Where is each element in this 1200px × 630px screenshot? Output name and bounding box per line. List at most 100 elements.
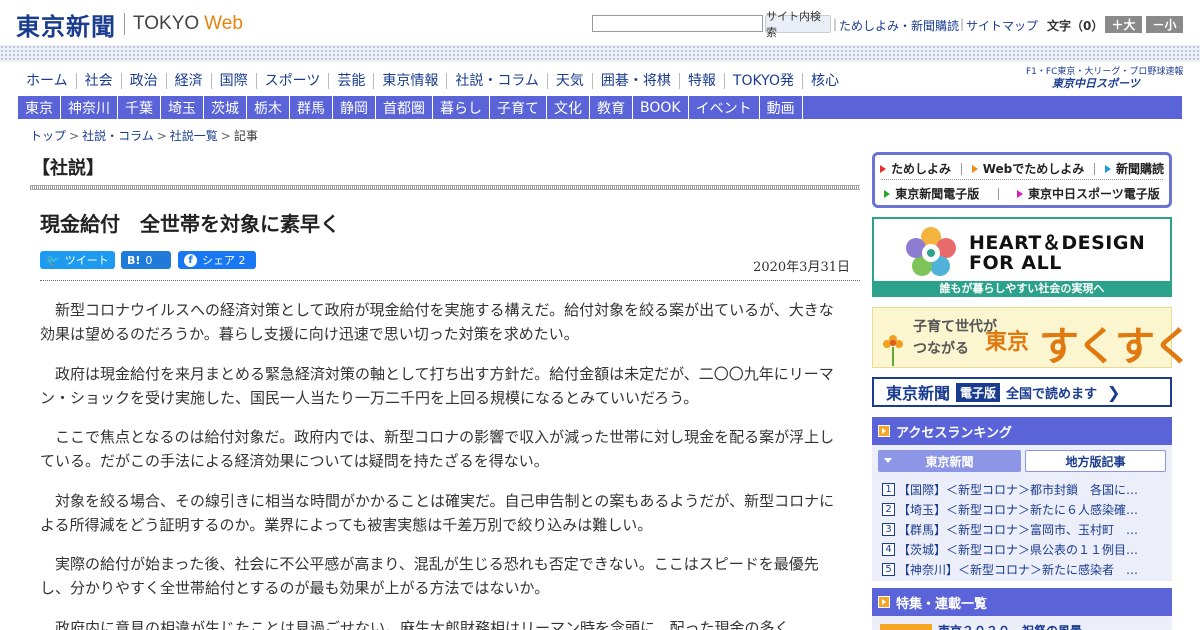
breadcrumb-top[interactable]: トップ	[30, 129, 66, 143]
nav-item-kakushin[interactable]: 核心	[803, 73, 847, 89]
sukusuku-tokyo: 東京	[985, 329, 1030, 355]
sukusuku-tagline: つながる	[913, 341, 969, 357]
ranking-item[interactable]: 5 【神奈川】＜新型コロナ＞新たに感染者 …	[882, 559, 1168, 579]
ranking-tab-local[interactable]: 地方版記事	[1025, 450, 1166, 472]
hatena-bookmark-icon: B!	[127, 253, 141, 267]
local-nav-item[interactable]: 文化	[547, 96, 590, 119]
nav-item-home[interactable]: ホーム	[18, 73, 77, 89]
ranking-item[interactable]: 2 【埼玉】＜新型コロナ＞新たに６人感染確…	[882, 499, 1168, 519]
local-nav-item[interactable]: 動画	[760, 96, 803, 119]
nav-item-economy[interactable]: 経済	[167, 73, 212, 89]
local-nav-item[interactable]: イベント	[689, 96, 760, 119]
font-size-label: 文字（0）	[1047, 19, 1104, 33]
feature-thumbnail[interactable]	[880, 624, 932, 630]
local-nav-item[interactable]: 静岡	[333, 96, 376, 119]
nav-item-weather[interactable]: 天気	[548, 73, 593, 89]
article-paragraph: 政府は現金給付を来月まとめる緊急経済対策の軸として打ち出す方針だ。給付金額は未定…	[40, 364, 834, 407]
rank-text: 【群馬】＜新型コロナ＞富岡市、玉村町 …	[898, 522, 1139, 537]
ranking-list: 1 【国際】＜新型コロナ＞都市封鎖 各国に… 2 【埼玉】＜新型コロナ＞新たに６人感…	[882, 479, 1168, 579]
nav-item-tokyo-info[interactable]: 東京情報	[374, 73, 448, 89]
triangle-right-icon	[884, 189, 891, 198]
article-paragraph: 実際の給付が始まった後、社会に不公平感が高まり、混乱が生じる恐れも否定できない。…	[40, 555, 819, 597]
denshiban-badge: 電子版	[956, 382, 1001, 402]
ranking-item[interactable]: 4 【茨城】＜新型コロナ＞県公表の１１例目…	[882, 539, 1168, 559]
local-nav-item[interactable]: 東京	[18, 96, 61, 119]
rank-number: 2	[882, 502, 895, 516]
facebook-share-button[interactable]: f シェア 2	[178, 251, 256, 269]
site-search-input[interactable]	[592, 15, 763, 32]
rank-number: 3	[882, 522, 895, 536]
triangle-right-icon	[1105, 164, 1111, 173]
nav-item-politics[interactable]: 政治	[122, 73, 167, 89]
chunichi-sports-logo[interactable]: 東京中日スポーツ	[1052, 76, 1140, 90]
logo-divider	[124, 13, 125, 35]
ranking-tab-label: 地方版記事	[1065, 454, 1126, 469]
header-dotted-band	[0, 45, 1200, 62]
quicklink-subscribe[interactable]: 新聞購読	[1105, 160, 1164, 177]
local-nav-item[interactable]: 暮らし	[433, 96, 490, 119]
local-nav-item[interactable]: 子育て	[490, 96, 547, 119]
tweet-button[interactable]: 🐦 ツイート	[40, 251, 115, 269]
hatena-bookmark-button[interactable]: B! 0	[121, 251, 171, 269]
rank-text: 【神奈川】＜新型コロナ＞新たに感染者 …	[898, 562, 1139, 577]
site-logo[interactable]: 東京新聞 TOKYO Web	[16, 9, 243, 41]
local-nav-item[interactable]: 首都圏	[376, 96, 433, 119]
article-body: 新型コロナウイルスへの経済対策として政府が現金給付を実施する構えだ。給付対象を絞…	[40, 298, 846, 630]
rank-number: 4	[882, 542, 895, 556]
nav-item-international[interactable]: 国際	[212, 73, 257, 89]
local-nav-item[interactable]: 埼玉	[161, 96, 204, 119]
main-nav: ホーム 社会 政治 経済 国際 スポーツ 芸能 東京情報 社説・コラム 天気 囲…	[18, 70, 847, 92]
rank-text: 【茨城】＜新型コロナ＞県公表の１１例目…	[898, 542, 1139, 557]
article-paragraph: 政府内に意見の相違が生じたことは見過ごせない。麻生太郎財務相はリーマン時を念頭に…	[55, 618, 790, 630]
font-smaller-button[interactable]: －小	[1146, 16, 1183, 33]
heart-banner-title: FOR ALL	[969, 252, 1062, 274]
nav-item-sports[interactable]: スポーツ	[257, 73, 330, 89]
font-larger-button[interactable]: ＋大	[1105, 16, 1142, 33]
breadcrumb-list[interactable]: 社説一覧	[170, 129, 218, 143]
trial-subscribe-link[interactable]: ためしよみ・新聞購読	[839, 17, 959, 34]
breadcrumb-separator: >	[156, 129, 167, 143]
local-nav-item[interactable]: 茨城	[204, 96, 247, 119]
heart-design-emblem-icon	[906, 227, 956, 276]
local-nav-item[interactable]: 神奈川	[61, 96, 118, 119]
access-ranking: アクセスランキング 東京新聞 地方版記事 1 【国際】＜新型コロナ＞都市封鎖 各国…	[872, 417, 1172, 581]
twitter-bird-icon: 🐦	[46, 253, 60, 267]
heart-design-banner[interactable]: HEART＆DESIGN FOR ALL 誰もが暮らしやすい社会の実現へ	[872, 217, 1172, 297]
tokyo-sukusuku-banner[interactable]: 子育て世代が つながる 東京 すくすく	[872, 307, 1193, 370]
nav-item-tokyo-hatsu[interactable]: TOKYO発	[725, 73, 803, 89]
local-nav-item[interactable]: 栃木	[247, 96, 290, 119]
quicklink-trial-read[interactable]: ためしよみ	[879, 160, 951, 177]
ranking-item[interactable]: 1 【国際】＜新型コロナ＞都市封鎖 各国に…	[882, 479, 1168, 499]
nav-item-editorial-column[interactable]: 社説・コラム	[447, 73, 548, 89]
share-label: シェア	[202, 254, 235, 267]
section-title: 【社説】	[32, 158, 104, 179]
local-nav-item[interactable]: 千葉	[118, 96, 161, 119]
nav-item-society[interactable]: 社会	[77, 73, 122, 89]
hatena-count: 0	[145, 253, 153, 267]
ranking-tab-tokyo[interactable]: 東京新聞	[878, 450, 1021, 472]
sukusuku-title: すくすく	[1039, 324, 1193, 370]
quicklink-chunichi-denshiban[interactable]: 東京中日スポーツ電子版	[1017, 185, 1160, 202]
triangle-down-icon	[884, 458, 892, 463]
rank-number: 1	[882, 482, 895, 496]
triangle-right-icon	[879, 164, 886, 173]
local-nav-item[interactable]: 群馬	[290, 96, 333, 119]
site-search-button[interactable]: サイト内検索	[765, 10, 831, 39]
breadcrumb-column[interactable]: 社説・コラム	[82, 129, 154, 143]
nav-item-go-shogi[interactable]: 囲碁・将棋	[593, 73, 680, 89]
quicklink-web-trial[interactable]: Webでためしよみ	[971, 160, 1084, 177]
chunichi-sports-logo-text: 東京中日スポーツ	[1052, 77, 1140, 90]
separator	[997, 187, 999, 200]
heart-banner-caption: 誰もが暮らしやすい社会の実現へ	[874, 281, 1170, 295]
nav-item-entertainment[interactable]: 芸能	[329, 73, 375, 89]
article-paragraph: 対象を絞る場合、その線引きに相当な時間がかかることは確実だ。自己申告制との案もあ…	[40, 491, 835, 534]
local-nav-item[interactable]: 教育	[590, 96, 633, 119]
separator: |	[833, 17, 838, 31]
denshiban-banner[interactable]: 東京新聞 電子版 全国で読めます ❯	[872, 377, 1172, 407]
quicklink-tokyo-denshiban[interactable]: 東京新聞電子版	[884, 185, 979, 202]
feature-item-title[interactable]: 東京２０２０ 祝祭の風景	[938, 622, 1082, 630]
sitemap-link[interactable]: サイトマップ	[966, 17, 1038, 34]
ranking-item[interactable]: 3 【群馬】＜新型コロナ＞富岡市、玉村町 …	[882, 519, 1168, 539]
nav-item-tokuho[interactable]: 特報	[680, 73, 725, 89]
local-nav-item[interactable]: BOOK	[633, 96, 689, 119]
